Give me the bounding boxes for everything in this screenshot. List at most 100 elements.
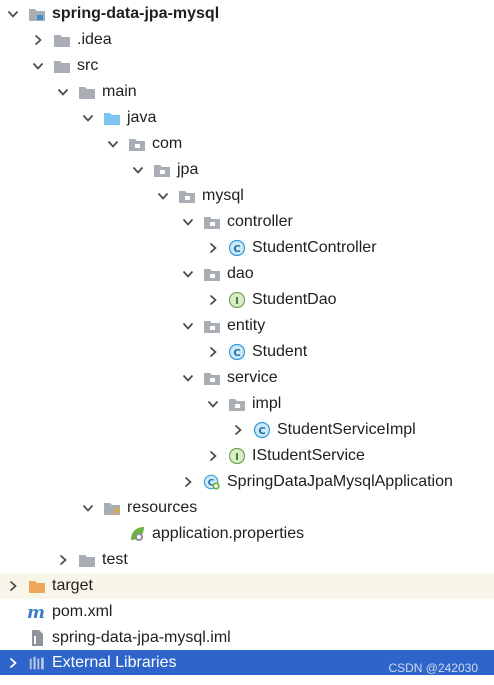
svg-text:C: C [258,426,265,437]
package-icon [178,187,196,205]
class-icon: C [253,421,271,439]
tree-node-test[interactable]: test [0,547,494,573]
chevron-right-icon[interactable] [4,577,22,595]
svg-text:I: I [235,452,239,463]
interface-icon: I [228,447,246,465]
chevron-down-icon[interactable] [179,213,197,231]
tree-node-label: application.properties [152,525,305,542]
tree-node-pom-xml[interactable]: m pom.xml [0,599,494,625]
watermark: CSDN @242030 [388,661,478,675]
tree-node-studentdao[interactable]: I StudentDao [0,287,494,313]
chevron-down-icon[interactable] [204,395,222,413]
interface-icon: I [228,291,246,309]
source-folder-icon [103,109,121,127]
tree-node-label: entity [227,317,266,334]
package-icon [203,213,221,231]
tree-node-label: StudentDao [252,291,337,308]
tree-node-idea[interactable]: .idea [0,27,494,53]
tree-node-target[interactable]: target [0,573,494,599]
tree-node-label: External Libraries [52,653,177,671]
tree-node-label: service [227,369,278,386]
tree-node-label: dao [227,265,254,282]
class-icon: C [228,343,246,361]
tree-node-main[interactable]: main [0,79,494,105]
tree-node-application-properties[interactable]: application.properties [0,521,494,547]
tree-node-spring-data-jpa-mysql-iml[interactable]: spring-data-jpa-mysql.iml [0,625,494,651]
tree-node-label: impl [252,395,282,412]
svg-text:C: C [233,244,240,255]
tree-node-dao[interactable]: dao [0,261,494,287]
tree-node-java[interactable]: java [0,105,494,131]
excluded-folder-icon [28,577,46,595]
project-folder-icon [28,5,46,23]
svg-text:C: C [233,348,240,359]
tree-node-controller[interactable]: controller [0,209,494,235]
chevron-right-icon[interactable] [4,654,22,672]
tree-node-label: mysql [202,187,244,204]
chevron-down-icon[interactable] [54,83,72,101]
libraries-icon [28,654,46,672]
tree-node-label: StudentServiceImpl [277,421,416,438]
chevron-right-icon[interactable] [204,239,222,257]
tree-node-resources[interactable]: resources [0,495,494,521]
tree-node-studentcontroller[interactable]: C StudentController [0,235,494,261]
tree-node-springdatajpamysqlapplication[interactable]: C SpringDataJpaMysqlApplication [0,469,494,495]
chevron-down-icon[interactable] [179,369,197,387]
tree-node-student[interactable]: C Student [0,339,494,365]
tree-node-entity[interactable]: entity [0,313,494,339]
tree-node-label: jpa [177,161,199,178]
spring-properties-icon [128,525,146,543]
project-tree[interactable]: spring-data-jpa-mysql .idea src main java com… [0,0,494,685]
tree-node-mysql[interactable]: mysql [0,183,494,209]
tree-node-label: main [102,83,137,100]
tree-node-label: SpringDataJpaMysqlApplication [227,473,453,490]
chevron-down-icon[interactable] [129,161,147,179]
folder-icon [53,31,71,49]
tree-node-label: pom.xml [52,603,113,620]
tree-node-label: StudentController [252,239,377,256]
tree-node-istudentservice[interactable]: I IStudentService [0,443,494,469]
chevron-down-icon[interactable] [79,499,97,517]
chevron-down-icon[interactable] [179,317,197,335]
tree-node-impl[interactable]: impl [0,391,494,417]
tree-node-src[interactable]: src [0,53,494,79]
tree-node-com[interactable]: com [0,131,494,157]
folder-icon [78,83,96,101]
package-icon [203,317,221,335]
chevron-right-icon[interactable] [29,31,47,49]
chevron-down-icon[interactable] [104,135,122,153]
tree-node-service[interactable]: service [0,365,494,391]
svg-text:I: I [235,296,239,307]
package-icon [228,395,246,413]
folder-icon [78,551,96,569]
chevron-down-icon[interactable] [29,57,47,75]
chevron-right-icon[interactable] [204,343,222,361]
chevron-down-icon[interactable] [179,265,197,283]
svg-text:m: m [28,603,45,621]
tree-node-label: com [152,135,183,152]
package-icon [203,369,221,387]
tree-node-spring-data-jpa-mysql[interactable]: spring-data-jpa-mysql [0,1,494,27]
chevron-right-icon[interactable] [204,291,222,309]
tree-node-studentserviceimpl[interactable]: C StudentServiceImpl [0,417,494,443]
chevron-down-icon[interactable] [79,109,97,127]
tree-node-label: src [77,57,99,74]
chevron-right-icon[interactable] [179,473,197,491]
tree-node-jpa[interactable]: jpa [0,157,494,183]
resources-folder-icon [103,499,121,517]
tree-node-label: test [102,551,128,568]
chevron-right-icon[interactable] [229,421,247,439]
tree-node-label: spring-data-jpa-mysql.iml [52,629,231,646]
tree-node-label: controller [227,213,293,230]
iml-file-icon [28,629,46,647]
chevron-down-icon[interactable] [4,5,22,23]
package-icon [203,265,221,283]
chevron-right-icon[interactable] [204,447,222,465]
chevron-down-icon[interactable] [154,187,172,205]
tree-node-label: Student [252,343,308,360]
package-icon [153,161,171,179]
class-icon: C [228,239,246,257]
tree-node-label: target [52,577,93,594]
chevron-right-icon[interactable] [54,551,72,569]
tree-node-label: .idea [77,31,112,48]
